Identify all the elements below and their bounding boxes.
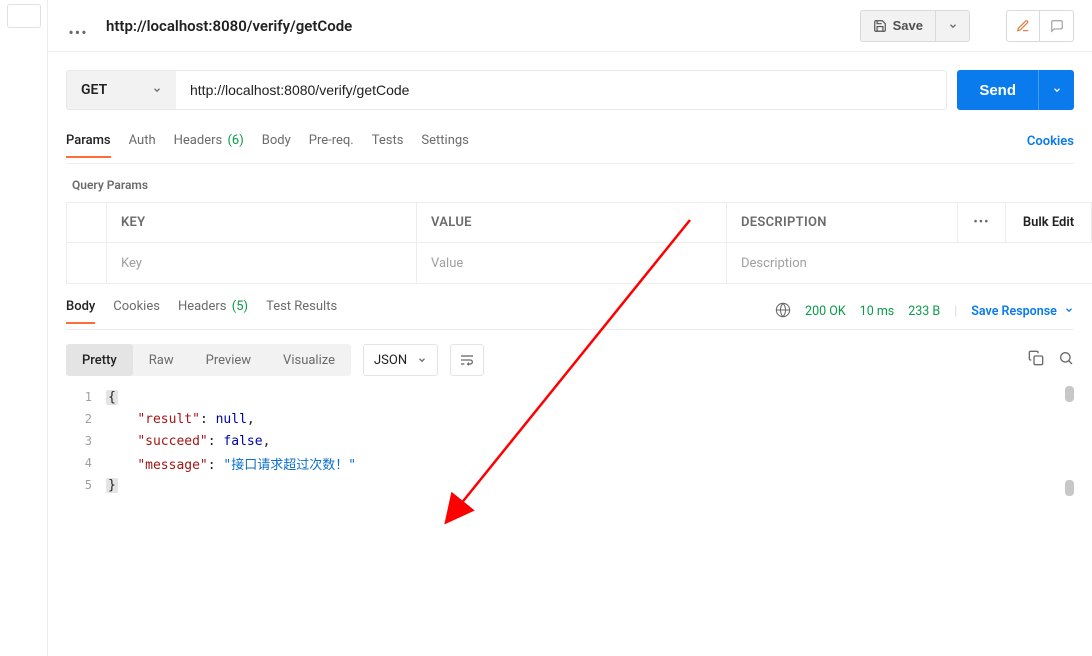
tab-params[interactable]: Params [66,133,111,158]
sidebar-rail [0,0,48,656]
response-time: 10 ms [860,304,895,319]
tab-prereq[interactable]: Pre-req. [309,133,354,158]
params-table: KEY VALUE DESCRIPTION ••• Bulk Edit Key … [66,202,1092,284]
chevron-down-icon [1052,85,1062,95]
save-response-button[interactable]: Save Response [971,304,1074,319]
params-th-value: VALUE [417,203,727,242]
tab-body[interactable]: Body [262,133,291,158]
wrap-icon [459,352,475,368]
overflow-menu[interactable]: ••• [54,12,102,52]
search-icon [1058,350,1074,366]
resp-tab-headers-label: Headers [178,299,227,314]
params-drag-col [67,203,107,242]
globe-icon[interactable] [775,302,791,322]
send-button-group: Send [957,70,1074,110]
json-open-brace: { [106,390,118,405]
chevron-down-icon [152,85,162,95]
send-dropdown-button[interactable] [1038,70,1074,110]
collapsed-tab[interactable] [7,4,41,28]
search-button[interactable] [1058,350,1074,370]
params-key-input[interactable]: Key [107,243,417,283]
format-raw[interactable]: Raw [133,344,190,376]
json-val-message: "接口请求超过次数！" [223,458,356,473]
url-input[interactable] [176,70,947,110]
pencil-icon [1016,19,1030,33]
tab-headers-count: (6) [227,133,243,148]
method-select[interactable]: GET [66,70,176,110]
query-params-heading: Query Params [72,178,1074,192]
wrap-lines-button[interactable] [450,344,484,376]
resp-tab-headers[interactable]: Headers (5) [178,299,248,324]
format-preview[interactable]: Preview [190,344,267,376]
copy-button[interactable] [1028,350,1044,370]
method-value: GET [81,82,107,98]
title-bar: http://localhost:8080/verify/getCode Sav… [48,0,1092,52]
request-tabs: Params Auth Headers (6) Body Pre-req. Te… [66,128,1074,164]
json-val-succeed: false [223,434,262,449]
format-seg-group: Pretty Raw Preview Visualize [66,344,351,376]
save-button-label: Save [893,18,923,33]
tab-headers-label: Headers [174,133,223,148]
save-response-label: Save Response [971,304,1057,319]
scrollbar-thumb[interactable] [1065,386,1074,402]
response-actions [1028,350,1074,370]
response-size: 233 B [908,304,940,319]
view-button-group [1006,10,1074,42]
json-key-result: "result" [137,412,200,427]
response-status: 200 OK [805,304,846,319]
chevron-down-icon [1064,305,1074,315]
chevron-down-icon [948,21,958,31]
params-row-drag [67,243,107,283]
tab-settings[interactable]: Settings [421,133,468,158]
language-value: JSON [374,353,407,368]
tab-headers[interactable]: Headers (6) [174,133,244,158]
save-icon [873,19,887,33]
format-pretty[interactable]: Pretty [66,344,133,376]
json-key-message: "message" [137,458,207,473]
params-th-key: KEY [107,203,417,242]
params-th-desc: DESCRIPTION [727,203,958,242]
tab-auth[interactable]: Auth [129,133,156,158]
response-tabs: Body Cookies Headers (5) Test Results 20… [66,294,1074,330]
json-key-succeed: "succeed" [137,434,207,449]
cookies-link[interactable]: Cookies [1027,134,1074,157]
tab-tests[interactable]: Tests [372,133,404,158]
resp-tab-body[interactable]: Body [66,299,95,324]
json-close-brace: } [106,478,118,493]
resp-tab-headers-count: (5) [232,299,248,314]
send-button[interactable]: Send [957,70,1038,110]
resp-tab-tests[interactable]: Test Results [266,299,337,324]
edit-button[interactable] [1006,10,1040,42]
resp-tab-cookies[interactable]: Cookies [113,299,160,324]
language-select[interactable]: JSON [363,344,438,376]
comment-button[interactable] [1040,10,1074,42]
params-value-input[interactable]: Value [417,243,727,283]
url-row: GET Send [66,70,1074,110]
response-body[interactable]: 1{ 2 "result": null, 3 "succeed": false,… [66,386,1074,496]
json-val-result: null [216,412,247,427]
format-visualize[interactable]: Visualize [267,344,351,376]
save-button[interactable]: Save [860,10,936,42]
response-status-area: 200 OK 10 ms 233 B | Save Response [775,302,1074,322]
save-dropdown-button[interactable] [936,10,970,42]
response-format-row: Pretty Raw Preview Visualize JSON [66,344,1074,376]
save-button-group: Save [860,10,970,42]
chevron-down-icon [417,355,427,365]
bulk-edit-button[interactable]: Bulk Edit [1006,203,1092,242]
copy-icon [1028,350,1044,366]
params-desc-input[interactable]: Description [727,243,1092,283]
scrollbar-thumb[interactable] [1065,480,1074,496]
comment-icon [1050,19,1064,33]
params-column-options[interactable]: ••• [958,203,1006,242]
request-title: http://localhost:8080/verify/getCode [106,17,848,35]
